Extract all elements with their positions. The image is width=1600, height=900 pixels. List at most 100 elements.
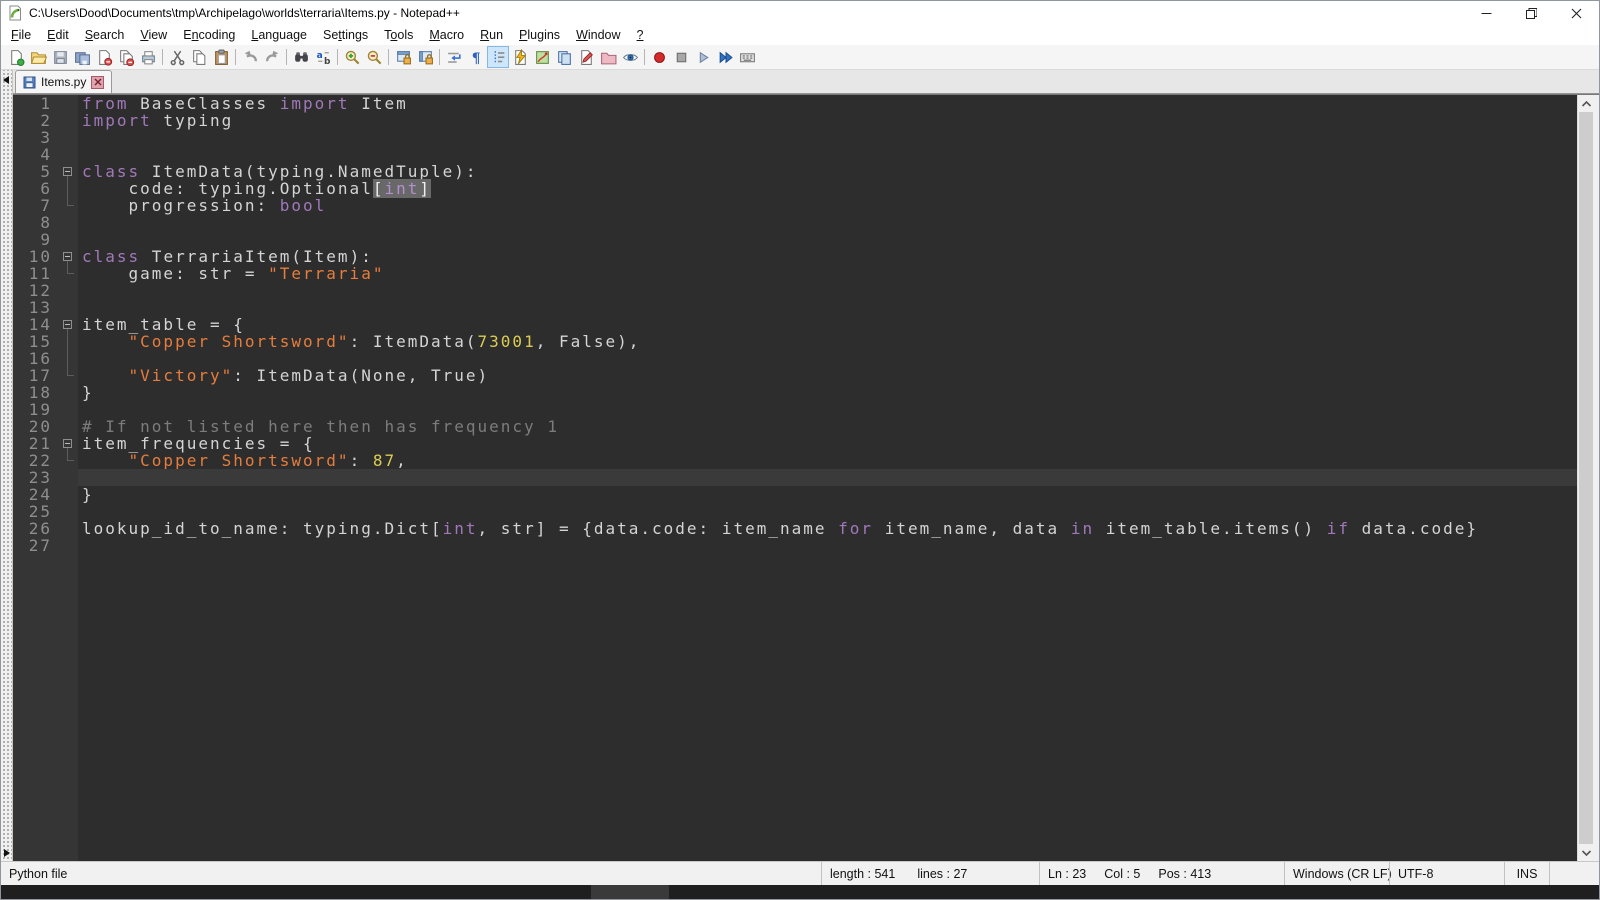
line-number[interactable]: 2	[13, 112, 60, 129]
line-number[interactable]: 11	[13, 265, 60, 282]
find-icon[interactable]	[290, 46, 312, 68]
open-file-icon[interactable]	[27, 46, 49, 68]
menu-search[interactable]: Search	[77, 27, 133, 43]
line-number[interactable]: 20	[13, 418, 60, 435]
word-wrap-icon[interactable]	[443, 46, 465, 68]
save-file-icon[interactable]	[49, 46, 71, 68]
menu-view[interactable]: View	[132, 27, 175, 43]
indent-guide-icon[interactable]	[487, 46, 509, 68]
macro-save-icon[interactable]	[736, 46, 758, 68]
sync-vertical-scroll-icon[interactable]	[392, 46, 414, 68]
line-number[interactable]: 19	[13, 401, 60, 418]
collapse-left-icon[interactable]	[3, 76, 9, 84]
code-line[interactable]: 21item_frequencies = {	[13, 435, 1577, 452]
code-line[interactable]: 7 progression: bool	[13, 197, 1577, 214]
collapse-right-icon[interactable]	[4, 849, 10, 857]
save-all-icon[interactable]	[71, 46, 93, 68]
status-encoding[interactable]: UTF-8	[1389, 862, 1504, 885]
status-eol-format[interactable]: Windows (CR LF)	[1284, 862, 1389, 885]
code-line[interactable]: 27	[13, 537, 1577, 554]
line-number[interactable]: 26	[13, 520, 60, 537]
code-line[interactable]: 1from BaseClasses import Item	[13, 95, 1577, 112]
code-line[interactable]: 12	[13, 282, 1577, 299]
vertical-scrollbar[interactable]	[1577, 95, 1594, 861]
line-number[interactable]: 13	[13, 299, 60, 316]
line-number[interactable]: 6	[13, 180, 60, 197]
menu-language[interactable]: Language	[243, 27, 315, 43]
code-line[interactable]: 19	[13, 401, 1577, 418]
close-all-files-icon[interactable]	[115, 46, 137, 68]
line-number[interactable]: 7	[13, 197, 60, 214]
line-number[interactable]: 8	[13, 214, 60, 231]
macro-record-icon[interactable]	[648, 46, 670, 68]
code-line[interactable]: 3	[13, 129, 1577, 146]
line-number[interactable]: 18	[13, 384, 60, 401]
code-line[interactable]: 10class TerrariaItem(Item):	[13, 248, 1577, 265]
line-number[interactable]: 3	[13, 129, 60, 146]
code-line[interactable]: 15 "Copper Shortsword": ItemData(73001, …	[13, 333, 1577, 350]
undo-icon[interactable]	[239, 46, 261, 68]
function-list-icon[interactable]	[509, 46, 531, 68]
close-button[interactable]	[1554, 1, 1599, 25]
zoom-out-icon[interactable]	[363, 46, 385, 68]
macro-run-multiple-icon[interactable]	[714, 46, 736, 68]
fold-collapse-icon[interactable]	[63, 439, 72, 448]
line-number[interactable]: 25	[13, 503, 60, 520]
menu-tools[interactable]: Tools	[376, 27, 421, 43]
menu-help[interactable]: ?	[629, 27, 652, 43]
menu-plugins[interactable]: Plugins	[511, 27, 568, 43]
fold-collapse-icon[interactable]	[63, 320, 72, 329]
line-number[interactable]: 17	[13, 367, 60, 384]
edit-marker-icon[interactable]	[575, 46, 597, 68]
code-line[interactable]: 22 "Copper Shortsword": 87,	[13, 452, 1577, 469]
code-line[interactable]: 18}	[13, 384, 1577, 401]
tab-items-py[interactable]: Items.py	[15, 70, 112, 93]
code-line[interactable]: 16	[13, 350, 1577, 367]
code-line[interactable]: 20# If not listed here then has frequenc…	[13, 418, 1577, 435]
line-number[interactable]: 27	[13, 537, 60, 554]
code-line[interactable]: 17 "Victory": ItemData(None, True)	[13, 367, 1577, 384]
scroll-down-icon[interactable]	[1578, 844, 1594, 861]
menu-window[interactable]: Window	[568, 27, 628, 43]
code-line[interactable]: 23	[13, 469, 1577, 486]
document-switcher-icon[interactable]	[553, 46, 575, 68]
folder-as-workspace-icon[interactable]	[597, 46, 619, 68]
fold-collapse-icon[interactable]	[63, 167, 72, 176]
menu-settings[interactable]: Settings	[315, 27, 376, 43]
document-map-icon[interactable]	[531, 46, 553, 68]
redo-icon[interactable]	[261, 46, 283, 68]
scrollbar-thumb[interactable]	[1579, 112, 1593, 844]
menu-edit[interactable]: Edit	[39, 27, 77, 43]
minimize-button[interactable]	[1464, 1, 1509, 25]
code-line[interactable]: 14item_table = {	[13, 316, 1577, 333]
code-line[interactable]: 13	[13, 299, 1577, 316]
line-number[interactable]: 1	[13, 95, 60, 112]
macro-play-icon[interactable]	[692, 46, 714, 68]
zoom-in-icon[interactable]	[341, 46, 363, 68]
code-line[interactable]: 25	[13, 503, 1577, 520]
code-line[interactable]: 24}	[13, 486, 1577, 503]
scroll-up-icon[interactable]	[1578, 95, 1594, 112]
line-number[interactable]: 12	[13, 282, 60, 299]
status-length-lines[interactable]: length : 541 lines : 27	[821, 862, 1039, 885]
status-insert-mode[interactable]: INS	[1504, 862, 1549, 885]
status-doc-type[interactable]: Python file	[1, 862, 821, 885]
line-number[interactable]: 21	[13, 435, 60, 452]
show-all-characters-icon[interactable]: ¶	[465, 46, 487, 68]
replace-icon[interactable]: ab	[312, 46, 334, 68]
menu-file[interactable]: File	[3, 27, 39, 43]
fold-collapse-icon[interactable]	[63, 252, 72, 261]
print-icon[interactable]	[137, 46, 159, 68]
menu-run[interactable]: Run	[472, 27, 511, 43]
line-number[interactable]: 9	[13, 231, 60, 248]
editor-empty-area[interactable]	[13, 554, 1577, 861]
restore-button[interactable]	[1509, 1, 1554, 25]
menu-macro[interactable]: Macro	[421, 27, 472, 43]
tab-close-icon[interactable]	[91, 76, 104, 89]
status-resize-grip[interactable]	[1549, 862, 1599, 885]
line-number[interactable]: 22	[13, 452, 60, 469]
code-line[interactable]: 4	[13, 146, 1577, 163]
paste-icon[interactable]	[210, 46, 232, 68]
code-line[interactable]: 8	[13, 214, 1577, 231]
copy-icon[interactable]	[188, 46, 210, 68]
